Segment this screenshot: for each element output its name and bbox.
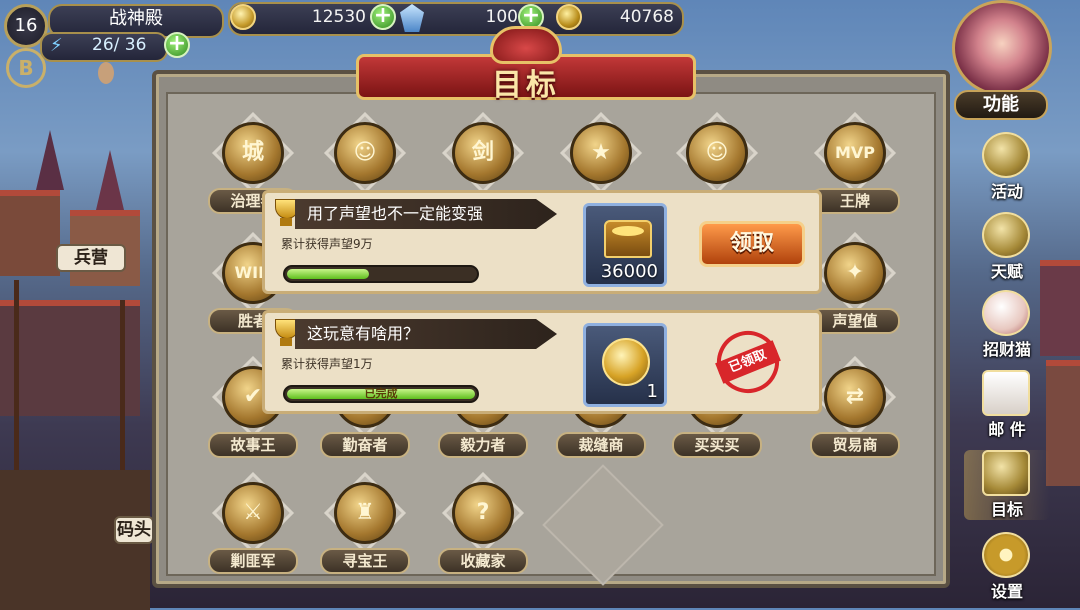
achievement-badge-icon: ✦ xyxy=(824,242,886,304)
progress-text: 已完成 xyxy=(364,387,398,400)
task-card: 用了声望也不一定能变强 累计获得声望9万 36000 领取 xyxy=(262,190,822,294)
guild-name: 战神殿 xyxy=(109,8,163,29)
background-house xyxy=(0,300,140,416)
achievement-tile[interactable]: ⚔ 剿匪军 xyxy=(208,471,298,576)
sidebar-item-label: 活动 xyxy=(990,182,1023,201)
achievement-label: 勤奋者 xyxy=(320,432,410,458)
function-sidebar: 活动 天赋 招财猫 邮 件 目标 设置 xyxy=(954,0,1080,608)
sidebar-item-talent[interactable]: 天赋 xyxy=(964,212,1050,282)
ribbon-bow-icon xyxy=(490,26,562,64)
gem-count: 100 xyxy=(485,7,518,27)
lucky-cat-icon xyxy=(982,290,1030,336)
sidebar-item-settings[interactable]: 设置 xyxy=(964,532,1050,602)
wings-icon xyxy=(982,212,1030,258)
sidebar-item-label: 招财猫 xyxy=(982,340,1031,359)
achievement-tile[interactable]: ✦ 声望值 xyxy=(810,231,900,336)
sidebar-item-label: 邮 件 xyxy=(988,420,1026,439)
task-title-banner: 这玩意有啥用？ xyxy=(295,319,557,349)
mail-icon xyxy=(982,370,1030,416)
achievement-label: 毅力者 xyxy=(438,432,528,458)
achievement-label: 买买买 xyxy=(672,432,762,458)
reputation-count: 40768 xyxy=(619,7,674,27)
task-title-banner: 用了声望也不一定能变强 xyxy=(295,199,557,229)
sidebar-item-lucky-cat[interactable]: 招财猫 xyxy=(964,290,1050,360)
achievement-badge-icon: ? xyxy=(452,482,514,544)
background-house xyxy=(0,190,60,276)
sidebar-item-goals[interactable]: 目标 xyxy=(964,450,1050,520)
sidebar-item-label: 目标 xyxy=(990,500,1023,519)
background-tower xyxy=(36,130,64,190)
task-title: 用了声望也不一定能变强 xyxy=(307,204,484,223)
achievement-label: 剿匪军 xyxy=(208,548,298,574)
achievement-badge-icon: MVP xyxy=(824,122,886,184)
lightning-icon: ⚡ xyxy=(50,35,63,56)
reputation-icon xyxy=(556,4,582,30)
task-description: 累计获得声望1万 xyxy=(281,357,373,371)
achievement-badge-icon: 剑 xyxy=(452,122,514,184)
reward-slot[interactable]: 36000 xyxy=(583,203,667,287)
add-stamina-button[interactable]: + xyxy=(164,32,190,58)
achievement-badge-icon: ⚔ xyxy=(222,482,284,544)
achievement-badge-icon: ★ xyxy=(570,122,632,184)
task-title: 这玩意有啥用？ xyxy=(307,324,420,343)
achievement-badge-icon: ☺ xyxy=(334,122,396,184)
achievement-tile[interactable]: ⇄ 贸易商 xyxy=(810,355,900,460)
coin-count: 12530 xyxy=(311,7,366,27)
achievement-badge-icon: ☺ xyxy=(686,122,748,184)
claim-button[interactable]: 领取 xyxy=(699,221,805,267)
achievement-label: 寻宝王 xyxy=(320,548,410,574)
stamina-bar: ⚡ 26/ 36 xyxy=(40,32,168,62)
claimed-stamp: 已领取 xyxy=(707,321,789,403)
dock-tag[interactable]: 码头 xyxy=(114,516,154,544)
panel-title-ribbon: 目标 xyxy=(356,26,696,104)
sidebar-item-events[interactable]: 活动 xyxy=(964,132,1050,202)
gear-icon xyxy=(982,532,1030,578)
gold-medal-icon xyxy=(602,338,650,386)
claimed-stamp-label: 已领取 xyxy=(715,340,781,384)
laurel-icon xyxy=(982,132,1030,178)
task-card: 这玩意有啥用？ 累计获得声望1万 已完成 1 已领取 xyxy=(262,310,822,414)
sidebar-item-mail[interactable]: 邮 件 xyxy=(964,370,1050,440)
reward-count: 36000 xyxy=(600,261,658,282)
achievement-label: 故事王 xyxy=(208,432,298,458)
achievement-badge-icon: ♜ xyxy=(334,482,396,544)
coin-icon xyxy=(230,4,256,30)
reward-count: 1 xyxy=(646,381,658,402)
achievement-label: 声望值 xyxy=(810,308,900,334)
goals-badge-icon xyxy=(982,450,1030,496)
task-description: 累计获得声望9万 xyxy=(281,237,373,251)
treasure-chest-icon xyxy=(604,220,652,258)
balloon xyxy=(98,62,114,84)
stamina-value: 26/ 36 xyxy=(92,35,147,55)
task-progress-bar xyxy=(283,265,479,283)
sidebar-item-label: 天赋 xyxy=(990,262,1023,281)
achievement-tile[interactable]: ♜ 寻宝王 xyxy=(320,471,410,576)
sidebar-item-label: 设置 xyxy=(990,582,1023,601)
progress-fill xyxy=(287,269,370,279)
reward-slot[interactable]: 1 xyxy=(583,323,667,407)
barracks-tag[interactable]: 兵营 xyxy=(56,244,126,272)
achievement-tile[interactable]: ? 收藏家 xyxy=(438,471,528,576)
task-progress-bar: 已完成 xyxy=(283,385,479,403)
add-coins-button[interactable]: + xyxy=(370,4,396,30)
panel-title: 目标 xyxy=(492,68,560,103)
achievement-label: 收藏家 xyxy=(438,548,528,574)
achievement-badge-icon: 城 xyxy=(222,122,284,184)
achievement-tile[interactable]: MVP 王牌 xyxy=(810,111,900,216)
achievement-label: 贸易商 xyxy=(810,432,900,458)
achievement-label: 裁缝商 xyxy=(556,432,646,458)
background-tower xyxy=(96,150,124,210)
achievement-label: 王牌 xyxy=(810,188,900,214)
achievement-badge-icon: ⇄ xyxy=(824,366,886,428)
